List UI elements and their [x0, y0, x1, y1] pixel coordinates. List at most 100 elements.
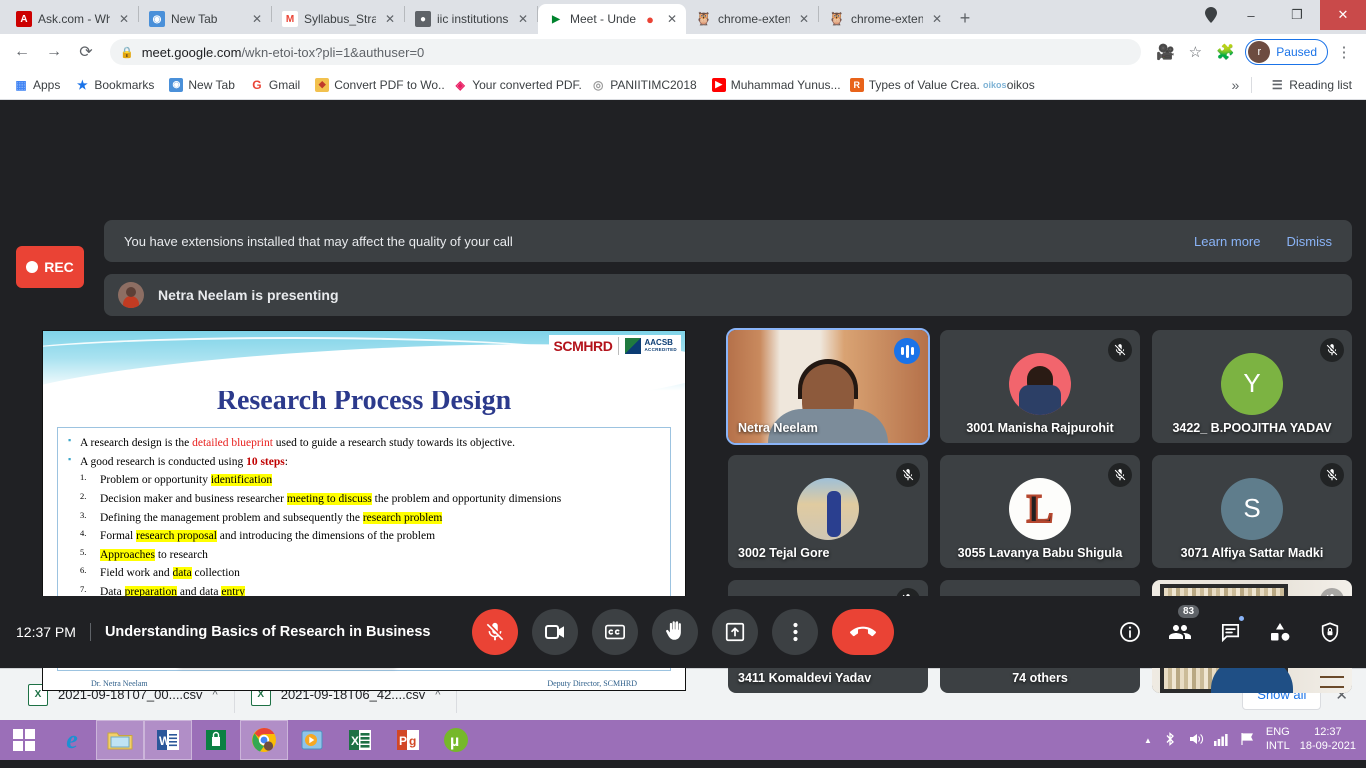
tab-close-icon[interactable]: ✕	[116, 12, 132, 26]
bookmark-new-tab[interactable]: ◉ New Tab	[163, 75, 240, 95]
browser-tab[interactable]: 🦉 chrome-extension ✕	[686, 4, 818, 34]
more-options-button[interactable]	[772, 609, 818, 655]
participant-tile-lavanya-babu-shigula[interactable]: L 3055 Lavanya Babu Shigula	[940, 455, 1140, 568]
maximize-button[interactable]: ❐	[1274, 0, 1320, 30]
bookmark-converted-pdf[interactable]: ◈ Your converted PDF...	[447, 75, 582, 95]
bookmark-label: Bookmarks	[94, 78, 154, 92]
participant-tile-poojitha-yadav[interactable]: Y 3422_ B.POOJITHA YADAV	[1152, 330, 1352, 443]
new-tab-button[interactable]: +	[951, 4, 979, 32]
learn-more-link[interactable]: Learn more	[1194, 234, 1260, 249]
participants-button[interactable]: 83	[1166, 618, 1194, 646]
action-center-icon[interactable]	[1240, 732, 1256, 749]
camera-button[interactable]	[532, 609, 578, 655]
bookmark-paniitimc2018[interactable]: ◎ PANIITIMC2018	[585, 75, 702, 95]
mic-off-icon	[1320, 338, 1344, 362]
tab-close-icon[interactable]: ✕	[382, 12, 398, 26]
url-text: meet.google.com/wkn-etoi-tox?pli=1&authu…	[142, 45, 425, 60]
circle-icon: ◎	[591, 78, 605, 92]
bookmark-bookmarks[interactable]: ★ Bookmarks	[69, 75, 160, 95]
reading-list-button[interactable]: ☰ Reading list	[1264, 75, 1358, 95]
utorrent-icon[interactable]: µ	[432, 720, 480, 760]
participant-tile-alfiya-sattar-madki[interactable]: S 3071 Alfiya Sattar Madki	[1152, 455, 1352, 568]
tab-close-icon[interactable]: ✕	[929, 12, 945, 26]
call-controls	[472, 609, 894, 655]
browser-tab[interactable]: 🦉 chrome-extension ✕	[819, 4, 951, 34]
participant-tile-tejal-gore[interactable]: 3002 Tejal Gore	[728, 455, 928, 568]
browser-tab[interactable]: A Ask.com - What's ✕	[6, 4, 138, 34]
word-icon[interactable]: W	[144, 720, 192, 760]
kebab-menu-icon[interactable]: ⋮	[1330, 38, 1358, 66]
pdf-icon: ◈	[453, 78, 467, 92]
bookmark-types-of-value[interactable]: R Types of Value Crea...	[844, 75, 979, 95]
network-icon[interactable]	[1214, 732, 1230, 749]
minimize-button[interactable]: –	[1228, 0, 1274, 30]
bookmark-apps[interactable]: ▦ Apps	[8, 75, 66, 95]
close-window-button[interactable]: ✕	[1320, 0, 1366, 30]
captions-button[interactable]	[592, 609, 638, 655]
participant-tile-manisha-rajpurohit[interactable]: 3001 Manisha Rajpurohit	[940, 330, 1140, 443]
browser-tab-active-meet[interactable]: ▶ Meet - Unders ● ✕	[538, 4, 686, 34]
slide-step: 3.Defining the management problem and su…	[66, 509, 662, 528]
internet-explorer-icon[interactable]: e	[48, 720, 96, 760]
toolbar-right-group: 🎥 ☆ 🧩 r Paused ⋮	[1151, 38, 1358, 66]
chat-button[interactable]	[1216, 618, 1244, 646]
reload-icon[interactable]: ⟳	[72, 38, 100, 66]
browser-tab[interactable]: ● iic institutions sele ✕	[405, 4, 537, 34]
browser-tab[interactable]: M Syllabus_Strategic ✕	[272, 4, 404, 34]
windows-start-icon[interactable]	[0, 720, 48, 760]
media-player-icon[interactable]	[288, 720, 336, 760]
tab-close-icon[interactable]: ✕	[515, 12, 531, 26]
window-controls: – ❐ ✕	[1194, 0, 1366, 34]
leave-call-button[interactable]	[832, 609, 894, 655]
oikos-icon: oikos	[988, 78, 1002, 92]
aacsb-logo: AACSB ACCREDITED	[625, 338, 677, 354]
language-indicator[interactable]: ENG INTL	[1266, 726, 1290, 754]
host-controls-button[interactable]	[1316, 618, 1344, 646]
bookmark-label: Muhammad Yunus...	[731, 78, 841, 92]
bookmark-muhammad-yunus[interactable]: ▶ Muhammad Yunus...	[706, 75, 841, 95]
windows-taskbar: e W X P	[0, 720, 1366, 760]
meet-icon: ▶	[548, 11, 564, 27]
profile-chip[interactable]: r Paused	[1245, 39, 1328, 65]
star-icon[interactable]: ☆	[1181, 38, 1209, 66]
present-button[interactable]	[712, 609, 758, 655]
participant-name: 3055 Lavanya Babu Shigula	[940, 546, 1140, 560]
bookmark-oikos[interactable]: oikos oikos	[982, 75, 1041, 95]
extensions-icon[interactable]: 🧩	[1211, 38, 1239, 66]
mic-off-button[interactable]	[472, 609, 518, 655]
volume-icon[interactable]	[1188, 731, 1204, 750]
tab-recording-icon: ●	[642, 12, 658, 27]
browser-tab[interactable]: ◉ New Tab ✕	[139, 4, 271, 34]
chrome-icon[interactable]	[240, 720, 288, 760]
bluetooth-icon[interactable]	[1162, 731, 1178, 750]
show-hidden-icons-button[interactable]: ▲	[1144, 736, 1152, 745]
profile-pin-icon[interactable]	[1194, 0, 1228, 30]
svg-text:µ: µ	[450, 733, 459, 750]
tab-close-icon[interactable]: ✕	[796, 12, 812, 26]
bookmarks-overflow-button[interactable]: »	[1232, 77, 1240, 93]
raise-hand-button[interactable]	[652, 609, 698, 655]
bookmark-convert-pdf[interactable]: ◆ Convert PDF to Wo...	[309, 75, 444, 95]
participant-tile-netra-neelam[interactable]: Netra Neelam	[728, 330, 928, 443]
dismiss-link[interactable]: Dismiss	[1287, 234, 1333, 249]
address-bar[interactable]: 🔒 meet.google.com/wkn-etoi-tox?pli=1&aut…	[110, 39, 1141, 65]
tab-close-icon[interactable]: ✕	[664, 12, 680, 26]
powerpoint-icon[interactable]: P g	[384, 720, 432, 760]
camera-icon[interactable]: 🎥	[1151, 38, 1179, 66]
taskbar-clock[interactable]: 12:37 18-09-2021	[1300, 726, 1356, 754]
meeting-details-button[interactable]	[1116, 618, 1144, 646]
back-icon[interactable]: ←	[8, 38, 36, 66]
file-explorer-icon[interactable]	[96, 720, 144, 760]
tab-close-icon[interactable]: ✕	[249, 12, 265, 26]
slide-header-banner: SCMHRD AACSB ACCREDITED	[43, 331, 685, 391]
activities-button[interactable]	[1266, 618, 1294, 646]
tab-title: Meet - Unders	[570, 12, 636, 26]
forward-icon[interactable]: →	[40, 38, 68, 66]
newtab-icon: ◉	[169, 78, 183, 92]
microsoft-store-icon[interactable]	[192, 720, 240, 760]
aacsb-mark-icon	[625, 338, 641, 354]
bookmark-gmail[interactable]: G Gmail	[244, 75, 306, 95]
excel-icon[interactable]: X	[336, 720, 384, 760]
gmail-icon: G	[250, 78, 264, 92]
tab-title: New Tab	[171, 12, 243, 26]
